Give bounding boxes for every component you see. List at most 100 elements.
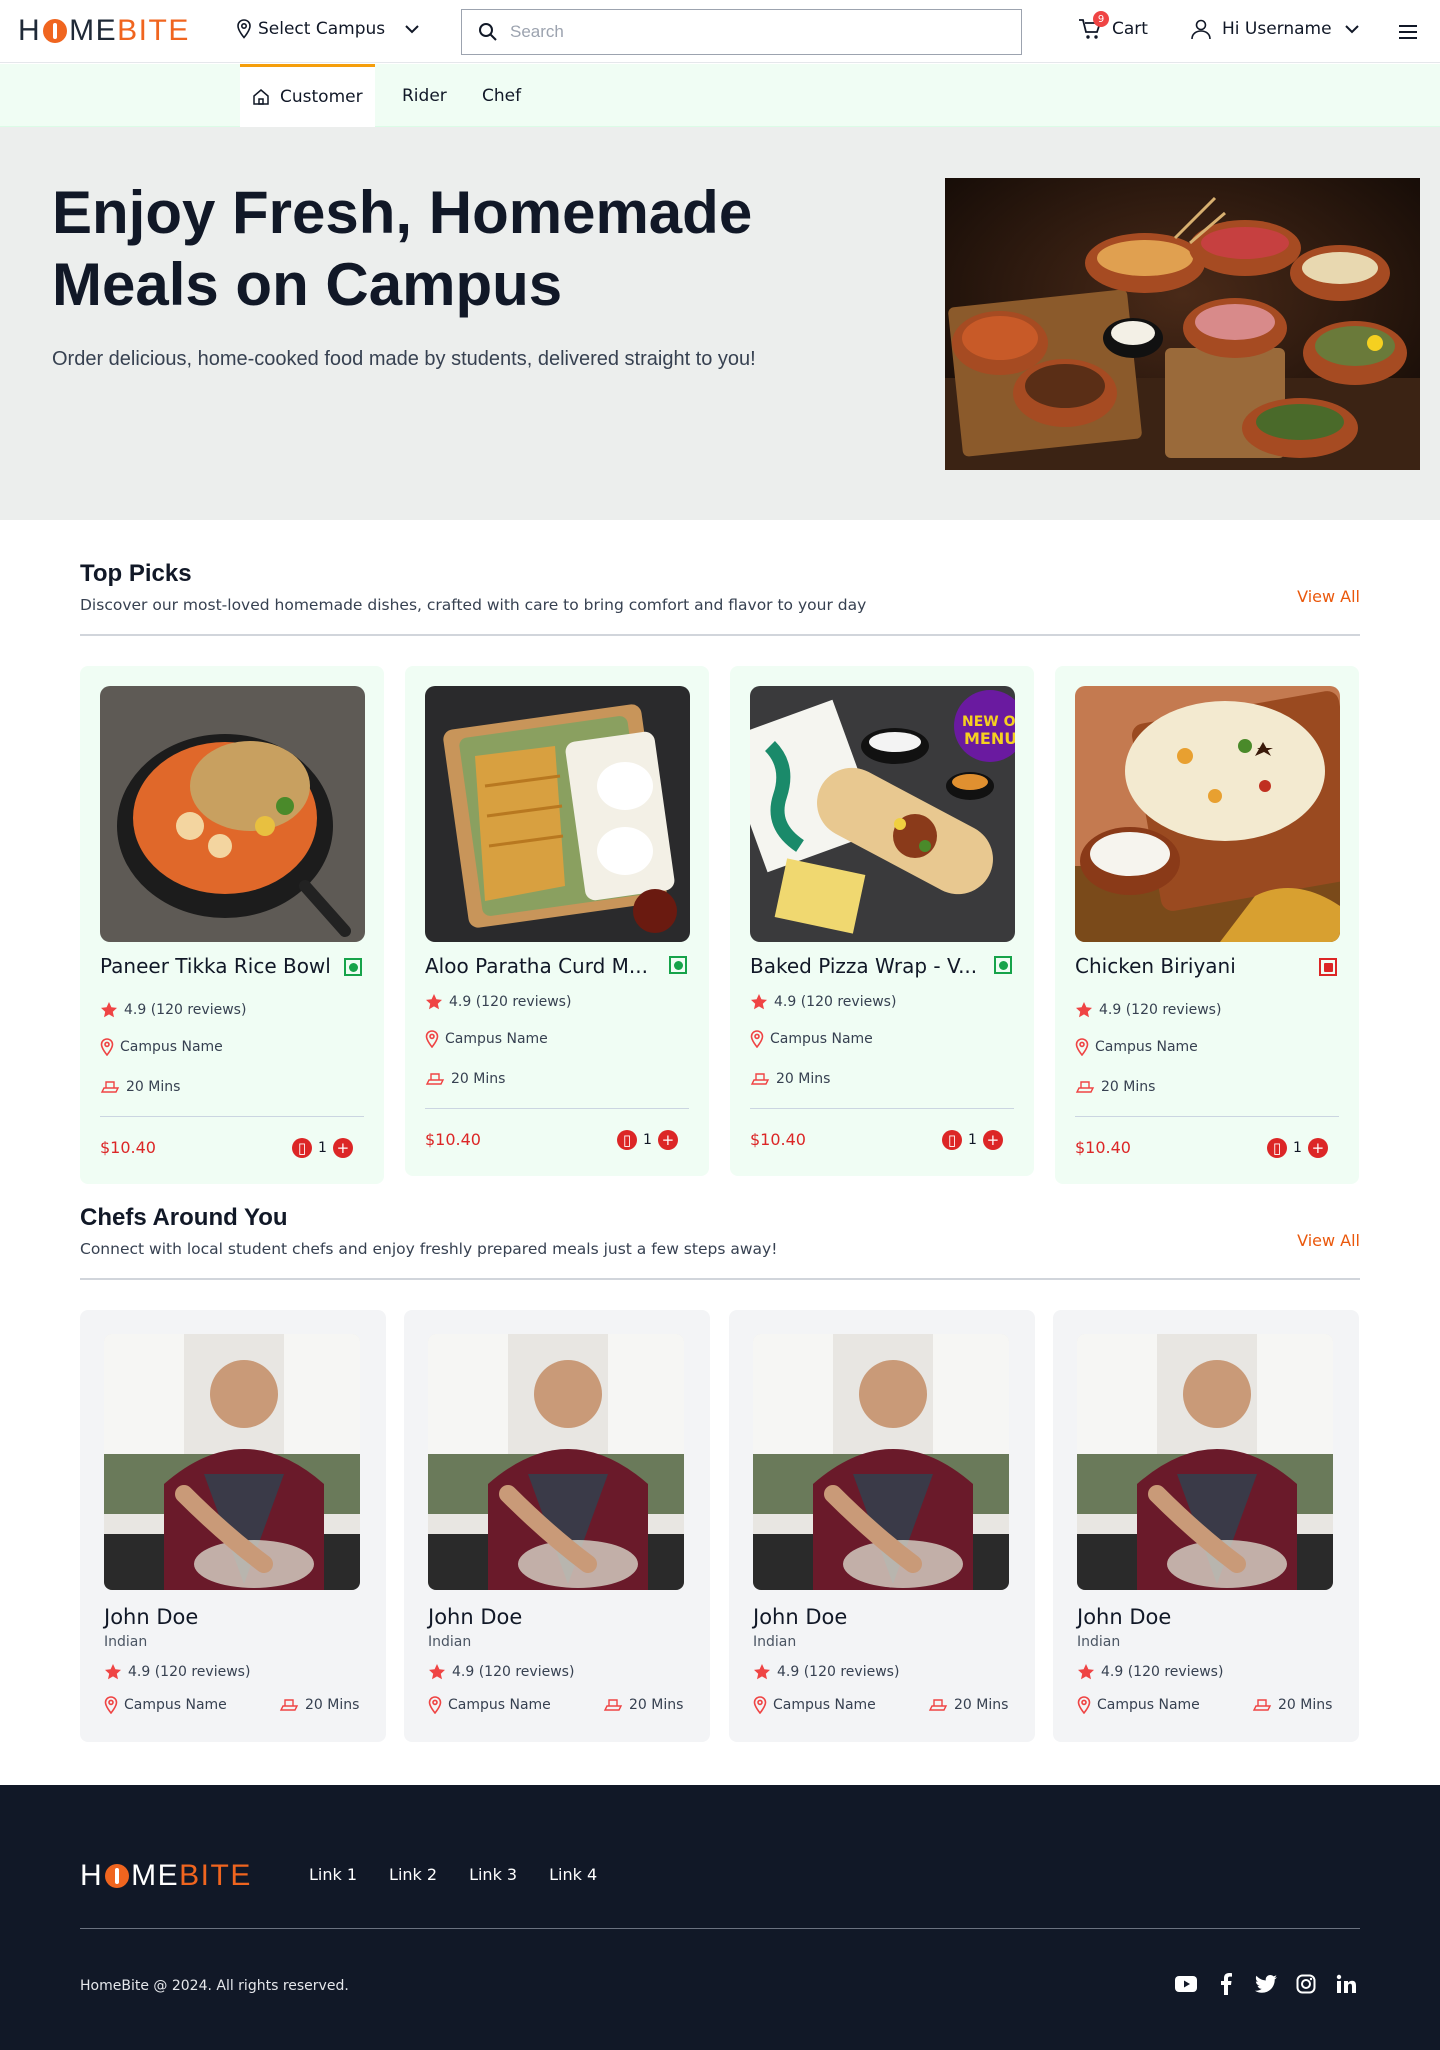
- campus-text: Campus Name: [445, 1031, 548, 1047]
- twitter-icon[interactable]: [1255, 1973, 1277, 1995]
- cart-label: Cart: [1112, 19, 1148, 39]
- delete-icon[interactable]: ▯: [1267, 1138, 1287, 1158]
- location-pin-icon: [428, 1696, 442, 1714]
- campus-label: Select Campus: [258, 19, 386, 39]
- chef-card[interactable]: John Doe Indian 4.9 (120 reviews) Campus…: [80, 1310, 386, 1742]
- search-icon: [479, 23, 497, 41]
- rating-text: 4.9 (120 reviews): [777, 1664, 900, 1680]
- dish-name: Aloo Paratha Curd M...: [425, 954, 648, 978]
- time-text: 20 Mins: [1101, 1079, 1156, 1095]
- quantity-stepper: ▯ 1 +: [942, 1130, 1003, 1150]
- delete-icon[interactable]: ▯: [942, 1130, 962, 1150]
- dish-card[interactable]: Chicken Biriyani 4.9 (120 reviews) Campu…: [1055, 666, 1359, 1184]
- svg-text:NEW O: NEW O: [962, 714, 1015, 730]
- star-icon: [105, 1664, 121, 1680]
- delivery-icon: [425, 1073, 445, 1085]
- time-text: 20 Mins: [305, 1697, 360, 1713]
- location-pin-icon: [104, 1696, 118, 1714]
- dish-card[interactable]: Aloo Paratha Curd M... 4.9 (120 reviews)…: [405, 666, 709, 1176]
- chef-name: John Doe: [1077, 1605, 1172, 1629]
- dish-delivery-time: 20 Mins: [425, 1070, 505, 1088]
- dish-card[interactable]: Paneer Tikka Rice Bowl 4.9 (120 reviews)…: [80, 666, 384, 1184]
- time-text: 20 Mins: [776, 1071, 831, 1087]
- tab-label: Rider: [402, 85, 447, 106]
- dish-campus: Campus Name: [1075, 1038, 1198, 1056]
- chef-card[interactable]: John Doe Indian 4.9 (120 reviews) Campus…: [1053, 1310, 1359, 1742]
- star-icon: [1076, 1002, 1092, 1018]
- linkedin-icon[interactable]: [1335, 1973, 1357, 1995]
- view-all-link[interactable]: View All: [1297, 587, 1360, 606]
- section-title: Top Picks: [80, 560, 192, 587]
- plus-icon[interactable]: +: [657, 1130, 678, 1150]
- tab-customer[interactable]: Customer: [240, 64, 375, 127]
- footer-link-4[interactable]: Link 4: [549, 1865, 597, 1884]
- tab-rider[interactable]: Rider: [402, 64, 447, 127]
- footer-link-3[interactable]: Link 3: [469, 1865, 517, 1884]
- dish-price: $10.40: [100, 1138, 156, 1157]
- homebite-logo[interactable]: H ME BITE: [80, 1859, 252, 1893]
- rating-text: 4.9 (120 reviews): [452, 1664, 575, 1680]
- campus-selector[interactable]: Select Campus: [236, 18, 423, 40]
- view-all-link[interactable]: View All: [1297, 1231, 1360, 1250]
- star-icon: [429, 1664, 445, 1680]
- non-veg-indicator-icon: [1319, 958, 1337, 976]
- rating-text: 4.9 (120 reviews): [449, 994, 572, 1010]
- star-icon: [751, 994, 767, 1010]
- delivery-icon: [279, 1699, 299, 1711]
- rating-text: 4.9 (120 reviews): [128, 1664, 251, 1680]
- footer-divider: [80, 1928, 1360, 1929]
- dish-campus: Campus Name: [100, 1038, 223, 1056]
- youtube-icon[interactable]: [1175, 1973, 1197, 1995]
- tab-label: Customer: [280, 87, 363, 107]
- location-pin-icon: [1077, 1696, 1091, 1714]
- hero-food-image: [945, 178, 1420, 470]
- footer-links: Link 1 Link 2 Link 3 Link 4: [309, 1865, 597, 1884]
- location-pin-icon: [1075, 1038, 1089, 1056]
- delivery-icon: [100, 1081, 120, 1093]
- delivery-icon: [603, 1699, 623, 1711]
- facebook-icon[interactable]: [1215, 1973, 1237, 1995]
- user-icon: [1191, 19, 1211, 40]
- footer-link-1[interactable]: Link 1: [309, 1865, 357, 1884]
- section-subtitle: Discover our most-loved homemade dishes,…: [80, 596, 867, 614]
- veg-indicator-icon: [344, 958, 362, 976]
- plus-icon[interactable]: +: [1307, 1138, 1328, 1158]
- instagram-icon[interactable]: [1295, 1973, 1317, 1995]
- chef-delivery-time: 20 Mins: [279, 1696, 359, 1714]
- dish-price: $10.40: [425, 1130, 481, 1149]
- plus-icon[interactable]: +: [982, 1130, 1003, 1150]
- delete-icon[interactable]: ▯: [292, 1138, 312, 1158]
- tab-chef[interactable]: Chef: [482, 64, 521, 127]
- chef-rating: 4.9 (120 reviews): [428, 1663, 574, 1681]
- chef-card[interactable]: John Doe Indian 4.9 (120 reviews) Campus…: [729, 1310, 1035, 1742]
- chef-campus: Campus Name: [104, 1696, 227, 1714]
- dish-name: Baked Pizza Wrap - V...: [750, 954, 978, 978]
- section-subtitle: Connect with local student chefs and enj…: [80, 1240, 778, 1258]
- star-icon: [426, 994, 442, 1010]
- logo-text-bite: BITE: [117, 14, 190, 47]
- top-header: H ME BITE Select Campus 9 Cart Hi Userna…: [0, 0, 1440, 63]
- dish-rating: 4.9 (120 reviews): [1075, 1001, 1221, 1019]
- chef-cuisine: Indian: [428, 1634, 472, 1650]
- footer-link-2[interactable]: Link 2: [389, 1865, 437, 1884]
- delivery-icon: [928, 1699, 948, 1711]
- delete-icon[interactable]: ▯: [617, 1130, 637, 1150]
- chef-card[interactable]: John Doe Indian 4.9 (120 reviews) Campus…: [404, 1310, 710, 1742]
- hamburger-menu-icon[interactable]: [1396, 20, 1420, 44]
- rating-text: 4.9 (120 reviews): [124, 1002, 247, 1018]
- plus-icon[interactable]: +: [332, 1138, 353, 1158]
- quantity-value: 1: [643, 1132, 652, 1148]
- card-divider: [425, 1108, 689, 1109]
- homebite-logo[interactable]: H ME BITE: [18, 14, 190, 48]
- dish-image: [425, 686, 690, 942]
- dish-card[interactable]: NEW O MENU Baked Pizza Wrap - V... 4.9 (1…: [730, 666, 1034, 1176]
- search-input[interactable]: [510, 22, 990, 42]
- fork-logo-icon: [43, 19, 68, 43]
- user-menu[interactable]: Hi Username: [1190, 18, 1362, 40]
- cart-button[interactable]: 9 Cart: [1078, 11, 1148, 40]
- hero-banner: Enjoy Fresh, Homemade Meals on Campus Or…: [0, 127, 1440, 520]
- veg-indicator-icon: [994, 956, 1012, 974]
- search-bar: [461, 9, 1022, 55]
- chef-cuisine: Indian: [1077, 1634, 1121, 1650]
- home-icon: [253, 89, 269, 105]
